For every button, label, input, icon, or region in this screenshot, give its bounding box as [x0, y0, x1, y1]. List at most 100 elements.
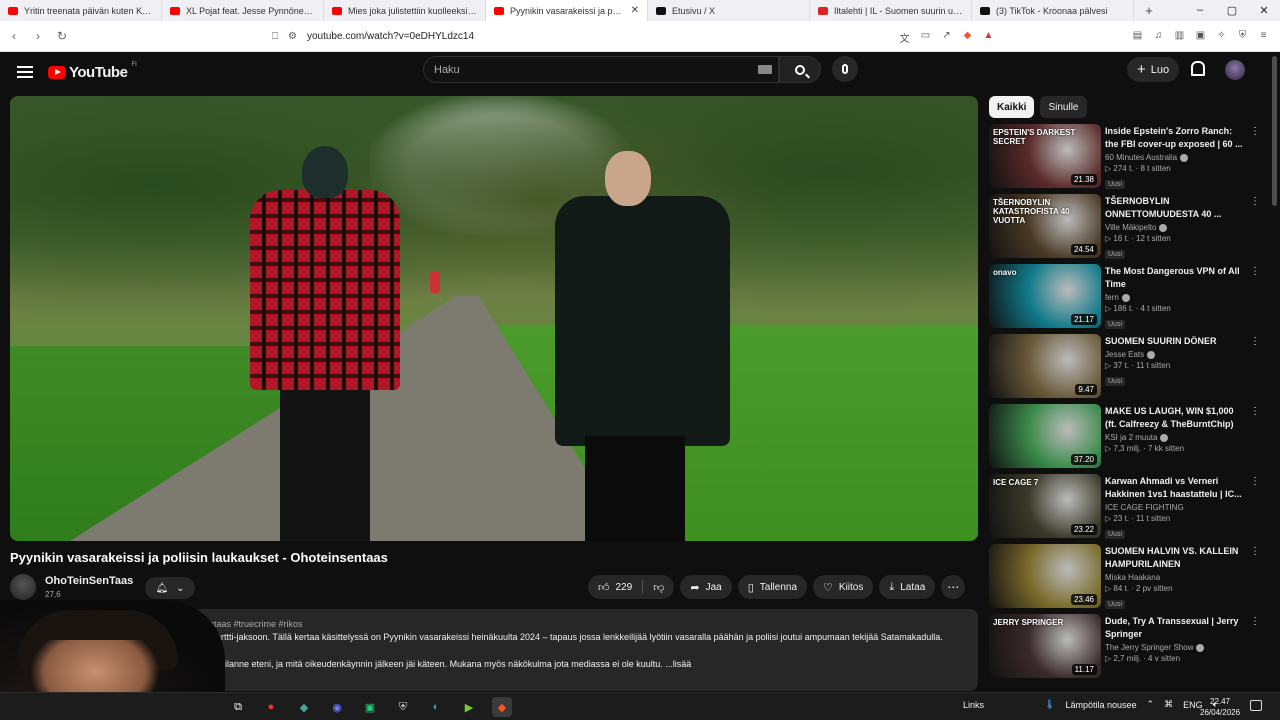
recommendation-channel[interactable]: Jesse Eats	[1105, 350, 1245, 359]
app-icon[interactable]: ◆	[294, 697, 314, 717]
browser-tab[interactable]: Etusivu / X	[648, 0, 810, 21]
chip-for-you[interactable]: Sinulle	[1040, 96, 1087, 118]
browser-tab[interactable]: Iltalehti | IL - Suomen suurin uutispal	[810, 0, 972, 21]
subscription-bell-button[interactable]: 🔔︎ ⌄	[145, 577, 195, 599]
browser-tab[interactable]: Yritin treenata päivän kuten Klesbo -	[0, 0, 162, 21]
browser-tab[interactable]: Mies joka julistettiin kuolleeksi - mu	[324, 0, 486, 21]
minimize-icon[interactable]: –	[1184, 4, 1216, 17]
create-button[interactable]: + Luo	[1127, 57, 1179, 82]
dislike-button[interactable]: 👎︎	[643, 575, 674, 599]
like-button[interactable]: 👍︎ 229	[588, 575, 642, 599]
extensions-icon[interactable]: ✧	[1215, 30, 1228, 43]
video-thumbnail[interactable]: onavo 21.17	[989, 264, 1101, 328]
video-thumbnail[interactable]: EPSTEIN'S DARKEST SECRET 21.38	[989, 124, 1101, 188]
terminal-icon[interactable]: ▶	[459, 697, 479, 717]
search-button[interactable]	[779, 56, 821, 83]
brave-taskbar-icon[interactable]: ◆	[492, 697, 512, 717]
menu-icon[interactable]: ≡	[1257, 30, 1270, 43]
share-button[interactable]: ➦ Jaa	[680, 575, 732, 599]
recommendation-title[interactable]: MAKE US LAUGH, WIN $1,000 (ft. Calfreezy…	[1105, 405, 1245, 431]
recommendation-item[interactable]: TŠERNOBYLIN KATASTROFISTA 40 VUOTTA 24.5…	[989, 194, 1260, 260]
sidebar-icon[interactable]: ▤	[1131, 30, 1144, 43]
tab-close-icon[interactable]: ✕	[631, 5, 639, 16]
more-options-icon[interactable]: ⋮	[1250, 546, 1260, 557]
maximize-icon[interactable]: ▢	[1216, 4, 1248, 17]
panel-icon[interactable]: ▥	[1173, 30, 1186, 43]
discord-icon[interactable]: ◉	[327, 697, 347, 717]
tray-chevron-icon[interactable]: ⌃	[1147, 699, 1155, 710]
notifications-bell-icon[interactable]	[1190, 61, 1205, 76]
account-avatar[interactable]	[1225, 60, 1245, 80]
browser-tab[interactable]: Pyynikin vasarakeissi ja polis ✕	[486, 0, 648, 21]
more-options-icon[interactable]: ⋮	[1250, 126, 1260, 137]
bookmark-icon[interactable]: ⎕	[272, 31, 278, 42]
task-view-icon[interactable]: ⧉	[228, 697, 248, 717]
guide-menu-icon[interactable]	[17, 66, 33, 78]
vpn-icon[interactable]: ⛨	[1236, 30, 1249, 43]
network-icon[interactable]: ⌘	[1164, 699, 1173, 710]
more-options-icon[interactable]: ⋮	[1250, 266, 1260, 277]
clock[interactable]: 22.47 26/04/2026	[1200, 696, 1240, 718]
channel-name[interactable]: OhoTeinSenTaas	[45, 575, 133, 587]
page-scrollbar[interactable]	[1269, 52, 1280, 692]
more-options-icon[interactable]: ⋮	[1250, 476, 1260, 487]
video-thumbnail[interactable]: ICE CAGE 7 23.22	[989, 474, 1101, 538]
recommendation-channel[interactable]: fern	[1105, 293, 1245, 302]
recommendation-channel[interactable]: Ville Mäkipelto	[1105, 223, 1245, 232]
thanks-button[interactable]: ♡ Kiitos	[813, 575, 874, 599]
recommendation-title[interactable]: Dude, Try A Transsexual | Jerry Springer	[1105, 615, 1245, 641]
recommendation-channel[interactable]: ICE CAGE FIGHTING	[1105, 503, 1245, 512]
more-options-icon[interactable]: ⋮	[1250, 196, 1260, 207]
share-icon[interactable]: ↗	[940, 30, 953, 43]
recommendation-item[interactable]: onavo 21.17 The Most Dangerous VPN of Al…	[989, 264, 1260, 330]
video-thumbnail[interactable]: 37.20	[989, 404, 1101, 468]
cast-icon[interactable]: ▭	[919, 30, 932, 43]
wallet-icon[interactable]: ▣	[1194, 30, 1207, 43]
recommendation-item[interactable]: 37.20 MAKE US LAUGH, WIN $1,000 (ft. Cal…	[989, 404, 1260, 470]
search-input[interactable]: Haku	[423, 56, 779, 83]
recommendation-item[interactable]: JERRY SPRINGER 11.17 Dude, Try A Transse…	[989, 614, 1260, 680]
recommendation-item[interactable]: 23.46 SUOMEN HALVIN VS. KALLEIN HAMPURIL…	[989, 544, 1260, 610]
recommendation-title[interactable]: Inside Epstein's Zorro Ranch: the FBI co…	[1105, 125, 1245, 151]
youtube-logo[interactable]: YouTube FI	[48, 62, 137, 81]
channel-avatar[interactable]	[10, 574, 36, 600]
back-icon[interactable]: ‹	[4, 29, 24, 43]
more-options-icon[interactable]: ⋮	[1250, 616, 1260, 627]
recommendation-channel[interactable]: KSI ja 2 muuta	[1105, 433, 1245, 442]
brave-shield-icon[interactable]: ◆	[961, 30, 974, 43]
recommendation-title[interactable]: The Most Dangerous VPN of All Time	[1105, 265, 1245, 291]
spotify-like-icon[interactable]: ▣	[360, 697, 380, 717]
recommendation-title[interactable]: SUOMEN HALVIN VS. KALLEIN HAMPURILAINEN	[1105, 545, 1245, 571]
keyboard-icon[interactable]	[758, 65, 772, 74]
close-icon[interactable]: ✕	[1248, 4, 1280, 17]
site-info-icon[interactable]: ⚙	[288, 31, 297, 42]
media-icon[interactable]: ♫	[1152, 30, 1165, 43]
browser-tab[interactable]: (3) TikTok - Kroonaa pälvesi	[972, 0, 1134, 21]
translate-icon[interactable]: 文	[898, 30, 911, 45]
recommendation-title[interactable]: TŠERNOBYLIN ONNETTOMUUDESTA 40 ...	[1105, 195, 1245, 221]
forward-icon[interactable]: ›	[28, 29, 48, 43]
video-player[interactable]	[10, 96, 978, 541]
opera-icon[interactable]: ●	[261, 697, 281, 717]
shield-app-icon[interactable]: ⛨	[393, 697, 413, 717]
chip-all[interactable]: Kaikki	[989, 96, 1035, 118]
video-thumbnail[interactable]: 23.46	[989, 544, 1101, 608]
video-thumbnail[interactable]: 9.47	[989, 334, 1101, 398]
rewards-icon[interactable]: ▲	[982, 30, 995, 43]
links-toolbar[interactable]: Links	[963, 700, 984, 710]
weather-text[interactable]: Lämpötila nousee	[1065, 700, 1136, 710]
notification-icon[interactable]	[1250, 700, 1262, 711]
url-field[interactable]: ⎕ ⚙ youtube.com/watch?v=0eDHYLdzc14	[272, 31, 832, 42]
reload-icon[interactable]: ↻	[52, 29, 72, 43]
recommendation-channel[interactable]: 60 Minutes Australia	[1105, 153, 1245, 162]
recommendation-item[interactable]: EPSTEIN'S DARKEST SECRET 21.38 Inside Ep…	[989, 124, 1260, 190]
edge-icon[interactable]: ◐	[426, 697, 446, 717]
more-actions-button[interactable]: ⋯	[941, 575, 966, 599]
recommendation-item[interactable]: ICE CAGE 7 23.22 Karwan Ahmadi vs Verner…	[989, 474, 1260, 540]
new-tab-button[interactable]: +	[1134, 3, 1164, 18]
browser-tab[interactable]: XL Pojat feat. Jesse Pynnönen - You	[162, 0, 324, 21]
recommendation-channel[interactable]: Miska Haakana	[1105, 573, 1245, 582]
video-thumbnail[interactable]: JERRY SPRINGER 11.17	[989, 614, 1101, 678]
more-options-icon[interactable]: ⋮	[1250, 406, 1260, 417]
recommendation-title[interactable]: Karwan Ahmadi vs Verneri Hakkinen 1vs1 h…	[1105, 475, 1245, 501]
